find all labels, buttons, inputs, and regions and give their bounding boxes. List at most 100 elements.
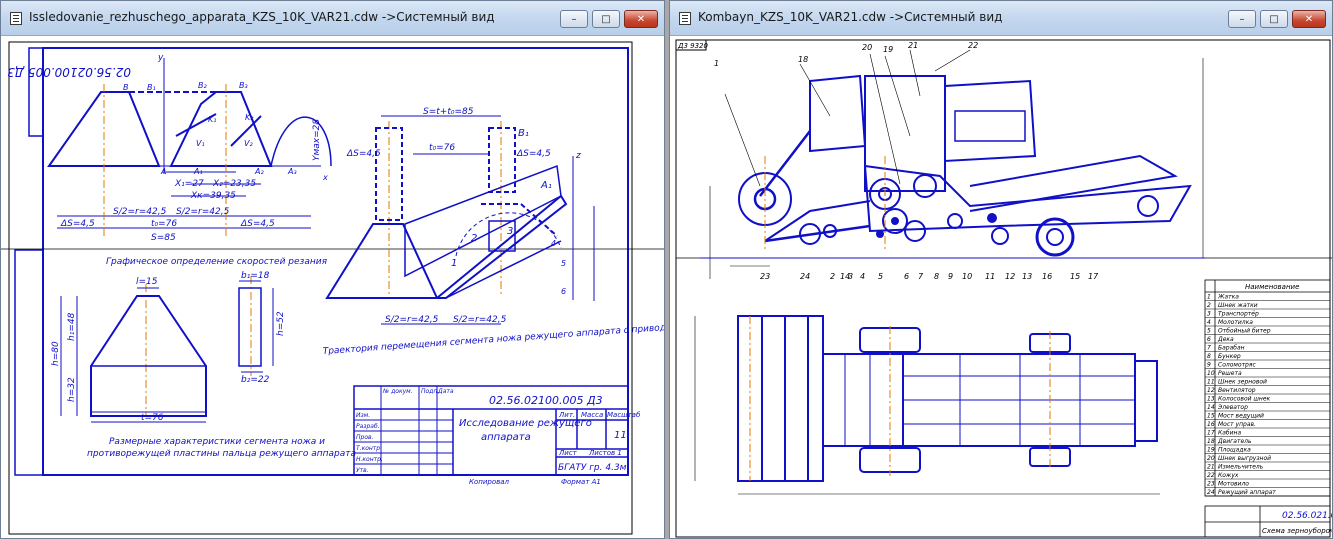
drawing-canvas[interactable]: 02.56.02100.005 Д3 B B₁ B₂ B₃ A A₁ A₂ A₃… — [1, 36, 664, 538]
dim-xk: Xк=39,35 — [190, 191, 236, 201]
spec-row-name: Барабан — [1218, 345, 1245, 352]
dim-ds-right: ΔS=4,5 — [240, 219, 275, 229]
document-icon — [679, 12, 691, 25]
dim-b22: b₂=22 — [241, 375, 270, 385]
spec-row-name: Шнек выгрузной — [1218, 455, 1271, 462]
dim-l15: l=15 — [136, 277, 158, 287]
dim-h32: h=32 — [67, 377, 77, 402]
stamp-code: 02.56.021.00 — [1282, 511, 1332, 521]
window-title: Kombayn_KZS_10K_VAR21.cdw ->Системный ви… — [698, 10, 1003, 24]
combine-top-view — [737, 315, 1158, 482]
spec-row-number: 8 — [1207, 353, 1211, 360]
spec-row-number: 11 — [1207, 379, 1215, 386]
spec-row-name: Соломотряс — [1218, 362, 1256, 369]
segment-caption-2: противорежущей пластины пальца режущего … — [87, 449, 356, 459]
stamp-mass: Масса — [581, 411, 603, 419]
point-3: 3 — [507, 226, 513, 237]
part-7: 7 — [918, 272, 924, 281]
dim-x1: X₁=27 — [174, 179, 204, 189]
doc-code-rotated: 02.56.02100.005 Д3 — [7, 65, 131, 79]
part-12: 12 — [1005, 272, 1015, 281]
spec-header: Наименование — [1245, 283, 1299, 291]
part-14: 14 — [840, 272, 850, 281]
spec-row-number: 2 — [1207, 302, 1211, 309]
spec-row-name: Решета — [1218, 370, 1242, 377]
stamp-sheet-value: 11 — [614, 430, 627, 441]
spec-row-name: Двигатель — [1217, 438, 1252, 445]
part-20: 20 — [862, 43, 872, 52]
part-18: 18 — [798, 55, 808, 64]
part-22: 22 — [968, 41, 978, 50]
drawing-canvas[interactable]: Д3 9320 1 2 3 4 5 6 7 8 9 10 11 12 13 14… — [670, 36, 1332, 538]
stamp-scale: Масштаб — [607, 411, 641, 419]
dim-s-top: S=t+t₀=85 — [423, 107, 474, 117]
combine-side-view — [700, 74, 1205, 259]
stamp-format: Формат А1 — [561, 478, 601, 486]
part-16: 16 — [1042, 272, 1052, 281]
part-19: 19 — [883, 45, 893, 54]
minimize-button[interactable]: – — [1228, 10, 1256, 28]
spec-row-number: 6 — [1207, 336, 1211, 343]
spec-row-number: 23 — [1207, 481, 1215, 488]
spec-row-number: 4 — [1207, 319, 1211, 326]
part-6: 6 — [904, 272, 909, 281]
speed-caption: Графическое определение скоростей резани… — [106, 257, 328, 267]
spec-row-number: 5 — [1207, 328, 1211, 335]
part-23: 23 — [760, 272, 770, 281]
spec-row-number: 20 — [1207, 455, 1215, 462]
stamp-lit: Лит. — [558, 411, 575, 419]
stamp-title: Схема зерноуборочного — [1262, 527, 1332, 535]
stamp-code: 02.56.02100.005 Д3 — [489, 394, 603, 407]
part-24: 24 — [800, 272, 810, 281]
spec-row-number: 17 — [1207, 430, 1215, 437]
dim-s85: S=85 — [151, 233, 176, 243]
segment-caption-1: Размерные характеристики сегмента ножа и — [109, 437, 325, 447]
label-b: B — [123, 83, 129, 92]
segment-diagram — [60, 280, 274, 423]
window-titlebar[interactable]: Issledovanie_rezhuschego_apparata_KZS_10… — [1, 1, 664, 36]
part-11: 11 — [985, 272, 995, 281]
label-a1-traj: A₁ — [540, 180, 552, 191]
label-y: y — [157, 53, 164, 63]
dim-x2: X₂=23,35 — [212, 179, 256, 189]
point-1: 1 — [451, 258, 457, 269]
part-9: 9 — [948, 272, 953, 281]
stamp-copied: Копировал — [469, 478, 510, 486]
dim-t0-top: t₀=76 — [429, 143, 455, 153]
document-icon — [10, 12, 22, 25]
part-15: 15 — [1070, 272, 1080, 281]
cutting-apparatus-drawing: 02.56.02100.005 Д3 B B₁ B₂ B₃ A A₁ A₂ A₃… — [1, 41, 664, 535]
dim-ymax: Yмах=28 — [312, 119, 322, 161]
dim-s-half-2: S/2=r=42,5 — [176, 207, 230, 217]
window-titlebar[interactable]: Kombayn_KZS_10K_VAR21.cdw ->Системный ви… — [670, 1, 1332, 36]
spec-row-number: 1 — [1207, 294, 1211, 301]
label-a: A — [160, 167, 166, 176]
stamp-row-izm: Изм. — [356, 412, 370, 419]
part-1: 1 — [714, 59, 719, 68]
spec-row-name: Кабина — [1218, 430, 1241, 437]
document-window-right[interactable]: Kombayn_KZS_10K_VAR21.cdw ->Системный ви… — [669, 0, 1333, 539]
spec-row-name: Колосовой шнек — [1218, 396, 1271, 403]
label-x: x — [322, 173, 328, 182]
maximize-button[interactable]: □ — [592, 10, 620, 28]
stamp-sheets: Листов 1 — [588, 449, 622, 457]
spec-row-name: Транспортёр — [1218, 311, 1259, 318]
spec-row-name: Жатка — [1217, 294, 1239, 301]
close-button[interactable]: ✕ — [1292, 10, 1326, 28]
part-21: 21 — [908, 41, 918, 50]
stamp-row-prov: Пров. — [356, 434, 374, 441]
part-4: 4 — [860, 272, 865, 281]
point-6: 6 — [561, 287, 566, 296]
part-13: 13 — [1022, 272, 1032, 281]
label-b2: B₂ — [198, 81, 207, 90]
point-2: 2 — [471, 233, 477, 244]
label-v2: V₂ — [244, 139, 253, 148]
spec-row-number: 9 — [1207, 362, 1211, 369]
minimize-button[interactable]: – — [560, 10, 588, 28]
spec-row-name: Измельчитель — [1218, 464, 1264, 471]
document-window-left[interactable]: Issledovanie_rezhuschego_apparata_KZS_10… — [0, 0, 665, 539]
window-title: Issledovanie_rezhuschego_apparata_KZS_10… — [29, 10, 495, 24]
dim-h52: h=52 — [276, 311, 286, 336]
close-button[interactable]: ✕ — [624, 10, 658, 28]
maximize-button[interactable]: □ — [1260, 10, 1288, 28]
